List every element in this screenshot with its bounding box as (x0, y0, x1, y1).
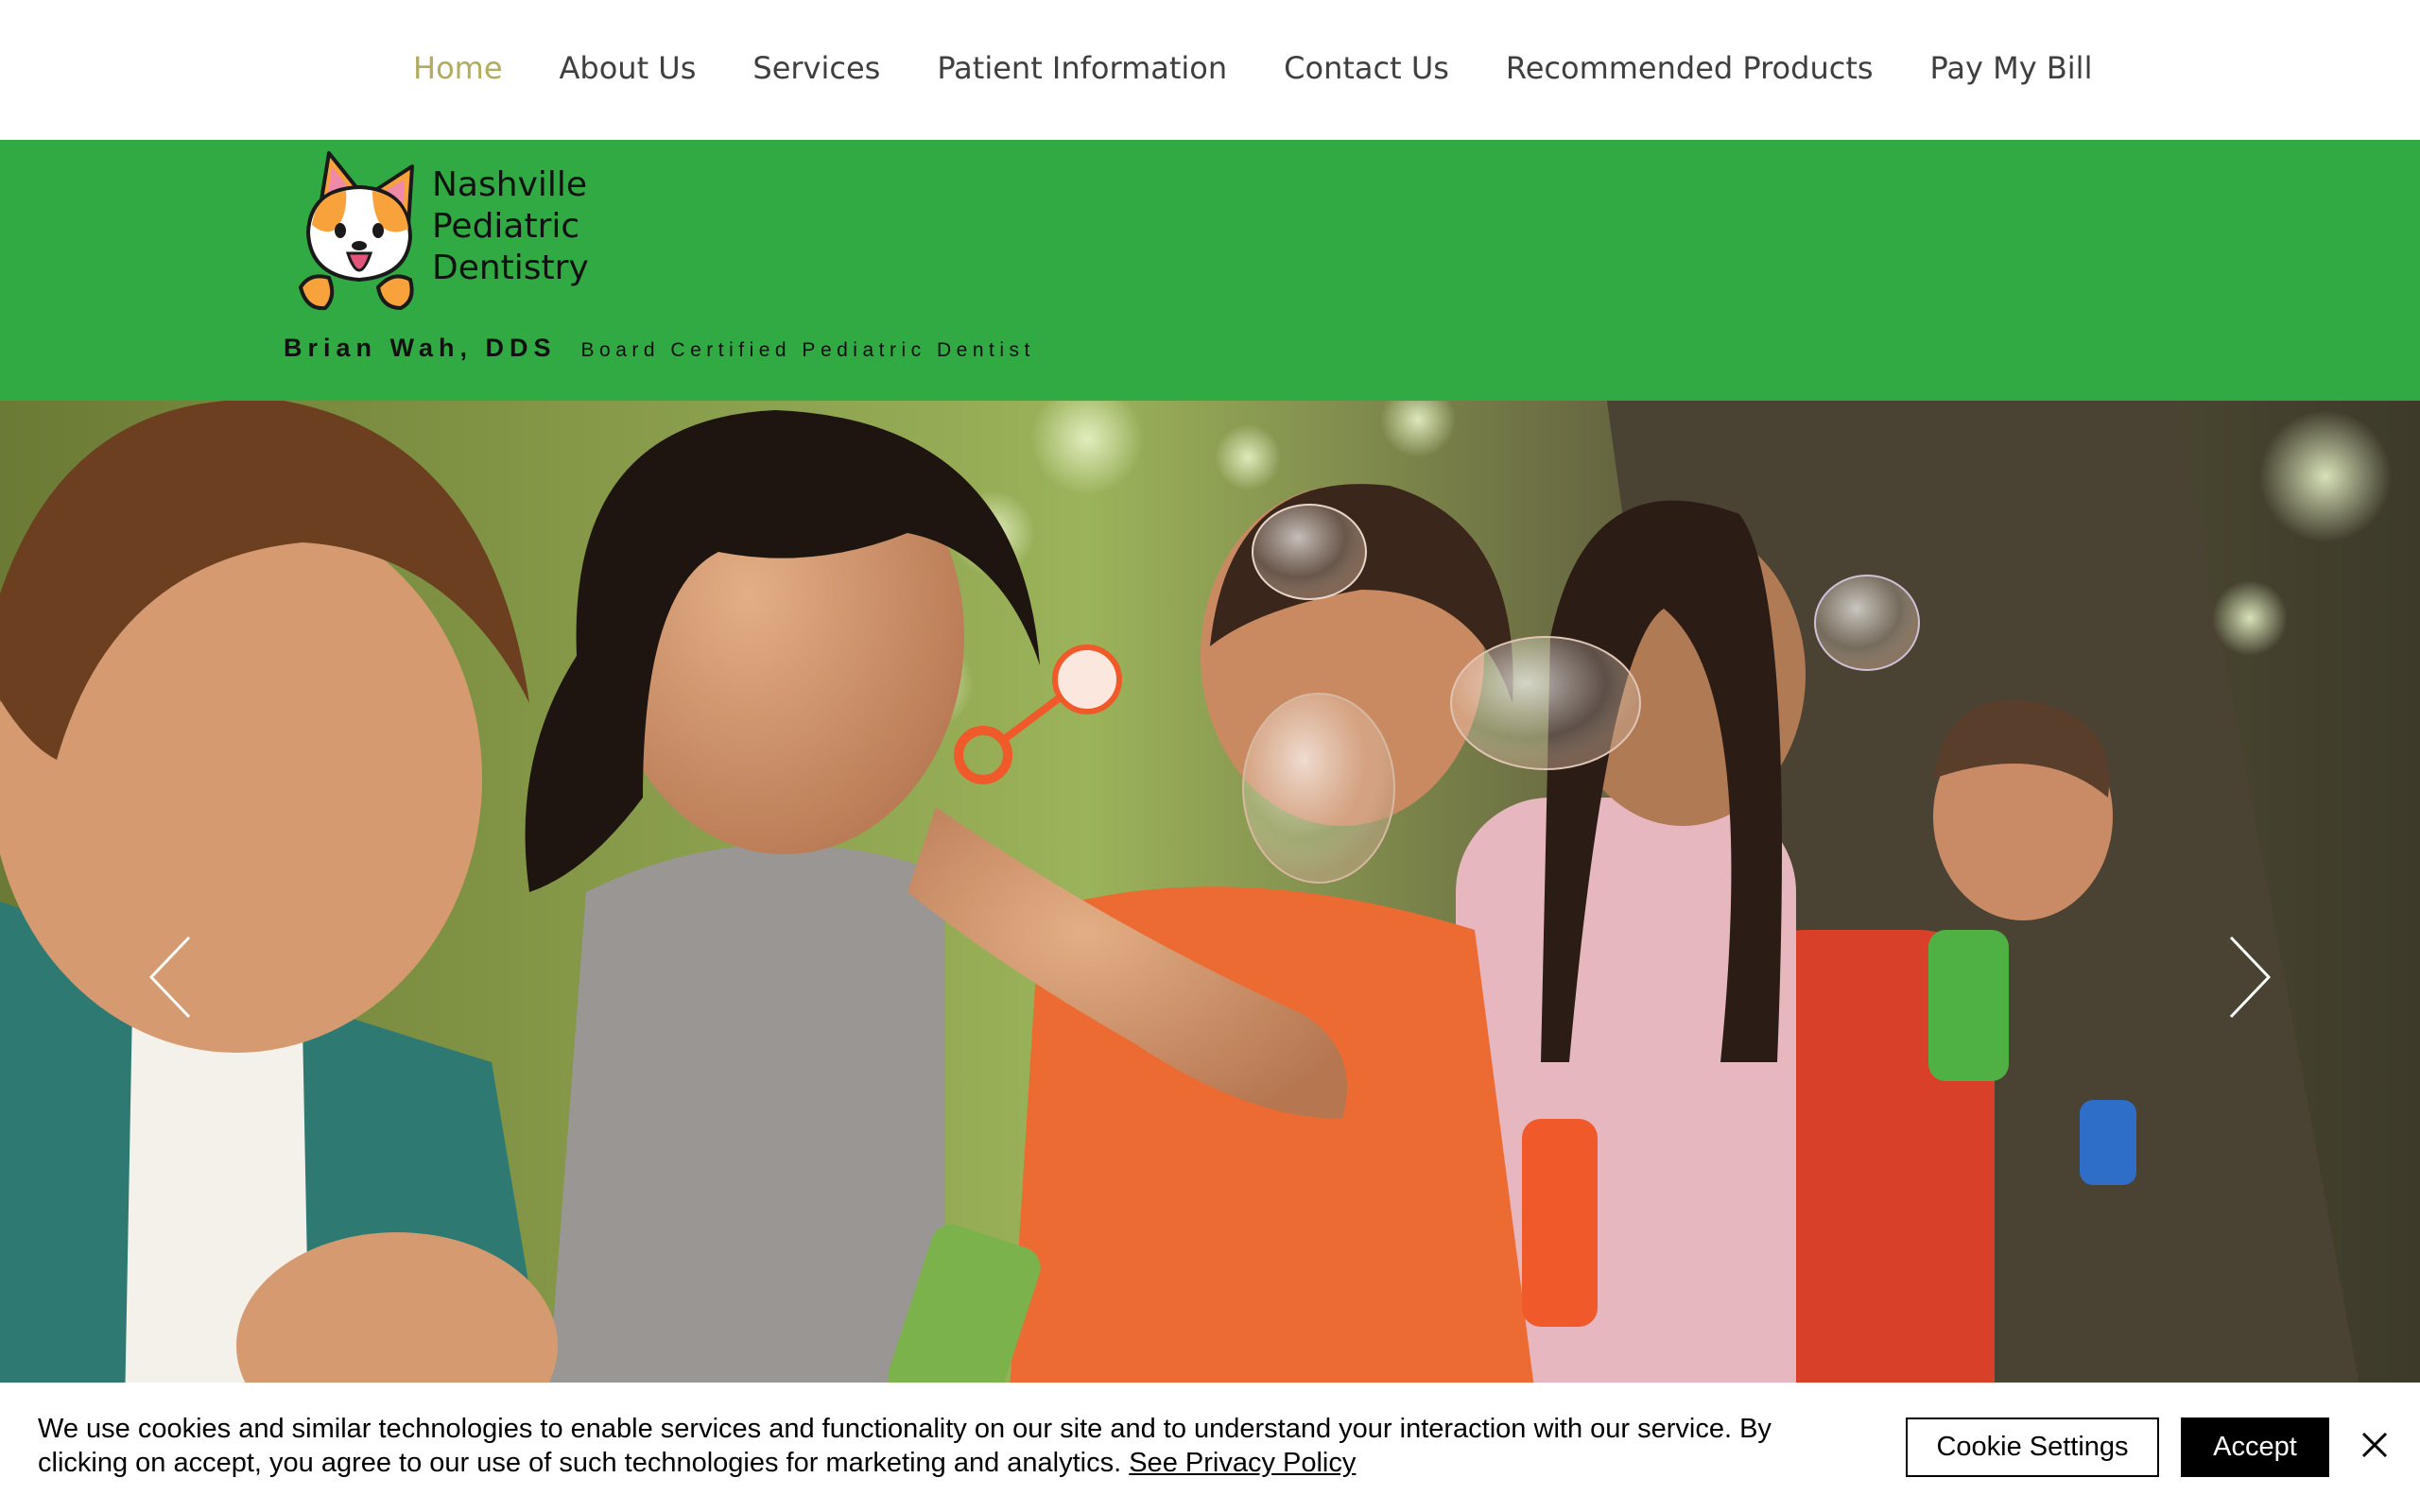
hero-slideshow (0, 401, 2420, 1512)
doctor-name: Brian Wah, DDS (284, 334, 557, 362)
corgi-logo-icon[interactable] (291, 146, 425, 312)
nav-item-services[interactable]: Services (752, 45, 880, 91)
logo-line-3: Dentistry (432, 249, 589, 287)
cookie-settings-button[interactable]: Cookie Settings (1906, 1418, 2159, 1477)
nav-item-about-us[interactable]: About Us (560, 45, 697, 91)
doctor-title: Board Certified Pediatric Dentist (580, 339, 1035, 361)
hero-photo-children-blowing-bubbles (0, 401, 2420, 1512)
nav-item-contact-us[interactable]: Contact Us (1284, 45, 1449, 91)
cookie-banner: We use cookies and similar technologies … (0, 1383, 2420, 1512)
cookie-message: We use cookies and similar technologies … (38, 1412, 1862, 1480)
logo-line-2: Pediatric (432, 207, 580, 246)
site-header: Nashville Pediatric Dentistry Brian Wah,… (0, 140, 2420, 401)
privacy-policy-link[interactable]: See Privacy Policy (1129, 1448, 1356, 1478)
close-icon[interactable] (2358, 1428, 2392, 1462)
chevron-right-icon[interactable] (2221, 930, 2278, 1024)
nav-item-recommended-products[interactable]: Recommended Products (1506, 45, 1874, 91)
cookie-message-text: We use cookies and similar technologies … (38, 1414, 1772, 1478)
logo-wordmark[interactable]: Nashville Pediatric Dentistry (432, 164, 589, 289)
accept-button[interactable]: Accept (2181, 1418, 2329, 1477)
nav-item-home[interactable]: Home (413, 45, 503, 91)
top-navigation: Home About Us Services Patient Informati… (0, 0, 2420, 140)
doctor-tagline: Brian Wah, DDS Board Certified Pediatric… (284, 334, 1035, 363)
chevron-left-icon[interactable] (142, 930, 199, 1024)
nav-item-patient-information[interactable]: Patient Information (937, 45, 1227, 91)
logo-line-1: Nashville (432, 165, 588, 204)
nav-menu: Home About Us Services Patient Informati… (413, 45, 2092, 91)
nav-item-pay-my-bill[interactable]: Pay My Bill (1930, 45, 2093, 91)
